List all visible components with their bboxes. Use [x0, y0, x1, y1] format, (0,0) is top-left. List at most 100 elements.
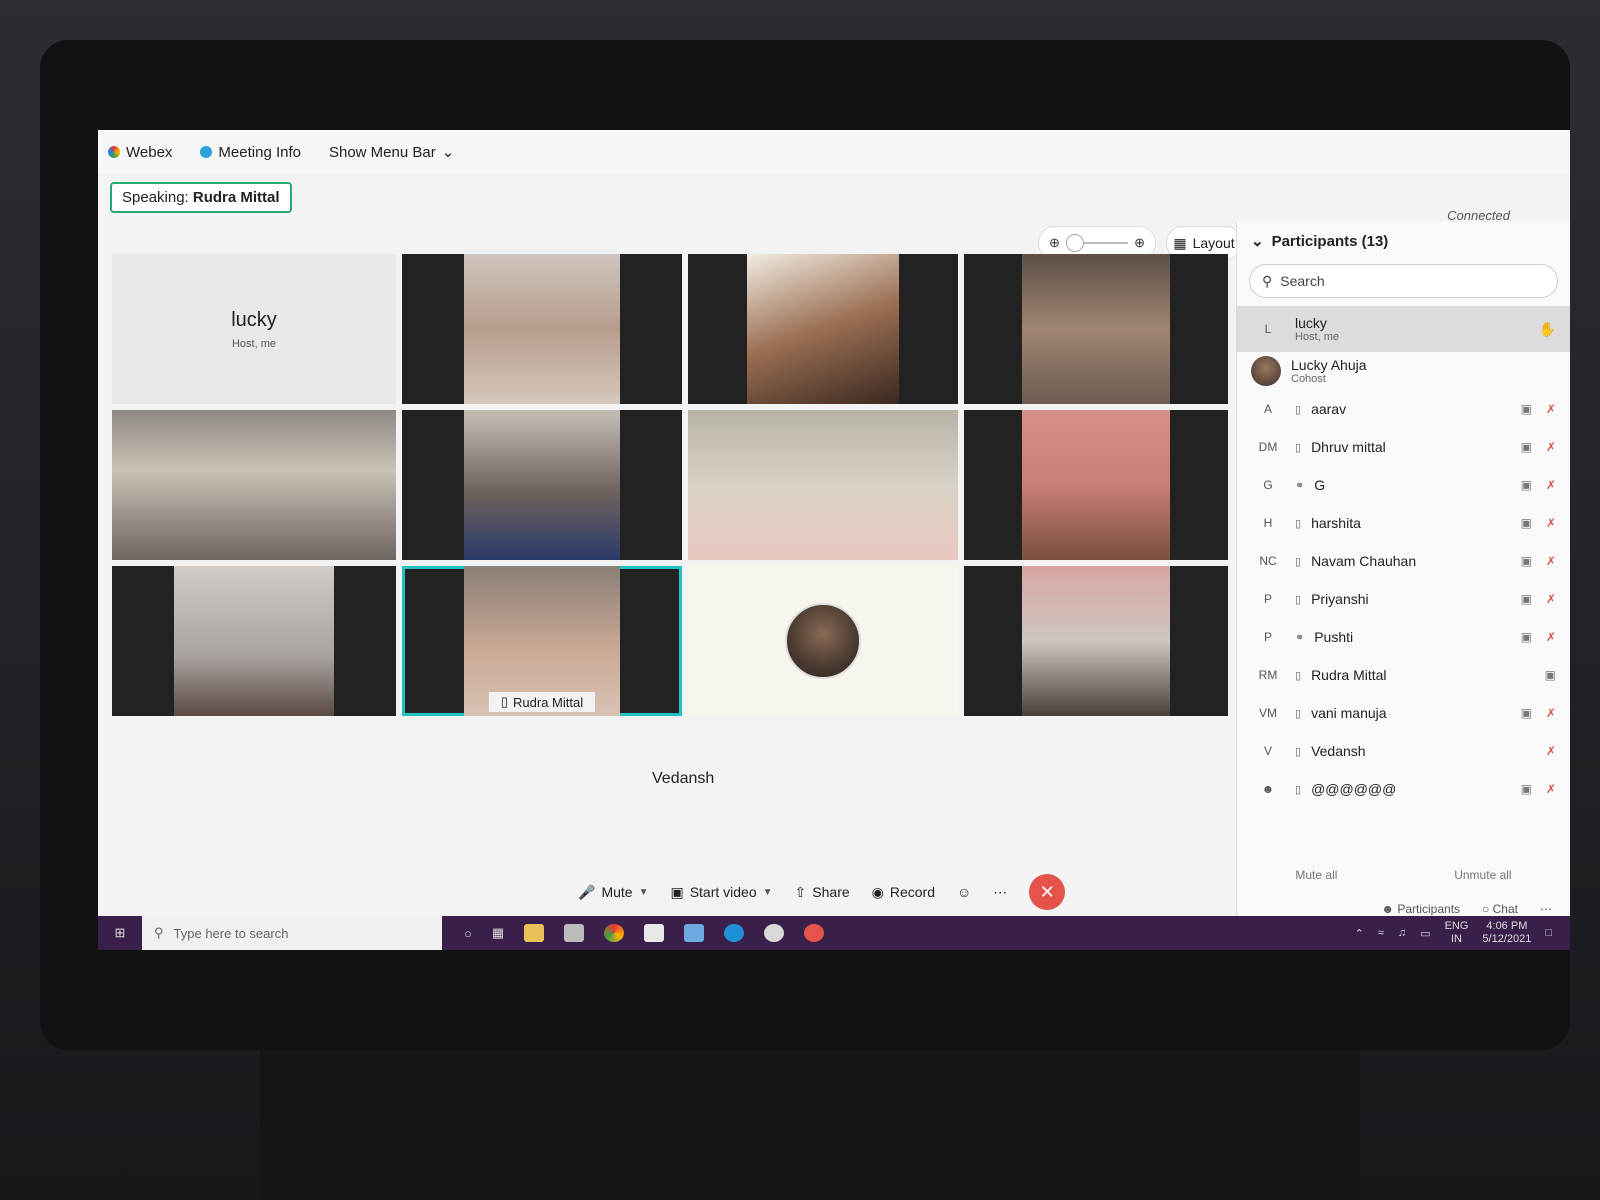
- participant-row[interactable]: V ▯ Vedansh ✗: [1237, 732, 1570, 770]
- user-icon: ☻: [1261, 782, 1275, 796]
- chevron-down-icon: ⌄: [441, 144, 455, 161]
- wifi-icon[interactable]: ≈: [1378, 927, 1384, 939]
- video-tile-active-speaker[interactable]: ▯ Rudra Mittal: [402, 566, 682, 716]
- record-button[interactable]: ◉ Record: [872, 884, 935, 901]
- video-tile[interactable]: [964, 254, 1228, 404]
- cortana-icon[interactable]: ○: [464, 926, 472, 941]
- mic-muted-icon[interactable]: ✗: [1546, 516, 1556, 530]
- zoom-out-icon[interactable]: ⊕: [1049, 235, 1060, 251]
- video-tile[interactable]: [402, 410, 682, 560]
- zoom-slider-thumb[interactable]: [1065, 234, 1084, 252]
- mic-muted-icon[interactable]: ✗: [1546, 402, 1556, 416]
- meeting-controls: 🎤 Mute ▼ ▣ Start video ▼ ⇧ Share ◉ Recor…: [578, 870, 1138, 914]
- video-camera-icon[interactable]: ▣: [1521, 706, 1532, 720]
- start-video-button[interactable]: ▣ Start video ▼: [670, 884, 772, 901]
- windows-start-icon[interactable]: ⊞: [98, 925, 142, 941]
- acrobat-icon[interactable]: [644, 924, 665, 942]
- mic-muted-icon[interactable]: ✗: [1546, 782, 1556, 796]
- video-tile-host[interactable]: lucky Host, me: [112, 254, 396, 404]
- language-indicator[interactable]: ENG IN: [1445, 920, 1469, 946]
- video-camera-icon[interactable]: ▣: [1521, 592, 1532, 606]
- system-tray: ⌃ ≈ ♫ ▭ ENG IN 4:06 PM 5/12/2021 □: [1355, 920, 1570, 946]
- file-explorer-icon[interactable]: [524, 924, 545, 942]
- participant-row[interactable]: G ⚭ G ▣ ✗: [1237, 466, 1570, 504]
- unmute-all-button[interactable]: Unmute all: [1454, 868, 1511, 882]
- mic-muted-icon[interactable]: ✗: [1546, 440, 1556, 454]
- participant-row[interactable]: L lucky Host, me ✋: [1237, 306, 1570, 352]
- clock[interactable]: 4:06 PM 5/12/2021: [1482, 920, 1531, 946]
- mic-muted-icon[interactable]: ✗: [1546, 554, 1556, 568]
- participant-row[interactable]: P ⚭ Pushti ▣ ✗: [1237, 618, 1570, 656]
- show-menu-bar-button[interactable]: Show Menu Bar ⌄: [329, 143, 455, 162]
- participants-panel-header[interactable]: ⌄ Participants (13): [1237, 222, 1570, 260]
- chrome-icon[interactable]: [604, 924, 625, 942]
- video-camera-icon[interactable]: ▣: [1521, 440, 1532, 454]
- participant-search-input[interactable]: ⚲ Search: [1249, 264, 1558, 298]
- participant-row[interactable]: DM ▯ Dhruv mittal ▣ ✗: [1237, 428, 1570, 466]
- windows-taskbar: ⊞ ⚲ Type here to search ○ ▦ ⌃ ≈ ♫ ▭ ENG …: [98, 916, 1570, 950]
- taskbar-search-input[interactable]: ⚲ Type here to search: [142, 916, 442, 950]
- tab-chat[interactable]: ○ Chat: [1482, 902, 1518, 916]
- share-button[interactable]: ⇧ Share: [795, 884, 850, 901]
- meeting-info-button[interactable]: Meeting Info: [200, 144, 301, 161]
- browser-icon[interactable]: [764, 924, 785, 942]
- participant-row[interactable]: Lucky Ahuja Cohost: [1237, 352, 1570, 390]
- video-tile[interactable]: [688, 254, 958, 404]
- video-camera-icon[interactable]: ▣: [1521, 402, 1532, 416]
- mic-muted-icon[interactable]: ✗: [1546, 744, 1556, 758]
- video-camera-icon[interactable]: ▣: [1521, 630, 1532, 644]
- raise-hand-icon[interactable]: ✋: [1539, 321, 1556, 338]
- end-call-button[interactable]: ✕: [1029, 874, 1066, 910]
- video-tile-avatar[interactable]: [688, 566, 958, 716]
- video-tile[interactable]: [402, 254, 682, 404]
- chevron-down-icon[interactable]: ▼: [763, 887, 773, 898]
- participant-row[interactable]: H ▯ harshita ▣ ✗: [1237, 504, 1570, 542]
- zoom-in-icon[interactable]: ⊕: [1134, 235, 1145, 251]
- mic-muted-icon[interactable]: ✗: [1546, 706, 1556, 720]
- chevron-up-icon[interactable]: ⌃: [1355, 927, 1364, 940]
- video-camera-icon[interactable]: ▣: [1521, 516, 1532, 530]
- participant-row[interactable]: ☻ ▯ @@@@@@ ▣ ✗: [1237, 770, 1570, 808]
- mute-button[interactable]: 🎤 Mute ▼: [578, 884, 648, 901]
- participant-row[interactable]: A ▯ aarav ▣ ✗: [1237, 390, 1570, 428]
- mic-muted-icon[interactable]: ✗: [1546, 592, 1556, 606]
- tab-participants[interactable]: ☻ Participants: [1381, 902, 1460, 916]
- video-tile[interactable]: [688, 410, 958, 560]
- participant-row[interactable]: RM ▯ Rudra Mittal ▣: [1237, 656, 1570, 694]
- video-camera-icon[interactable]: ▣: [1521, 554, 1532, 568]
- video-tile[interactable]: [112, 410, 396, 560]
- avatar: [1251, 356, 1281, 386]
- volume-icon[interactable]: ♫: [1398, 927, 1406, 939]
- webex-window: Webex Meeting Info Show Menu Bar ⌄ Speak…: [98, 130, 1570, 950]
- participant-row[interactable]: NC ▯ Navam Chauhan ▣ ✗: [1237, 542, 1570, 580]
- zoom-slider[interactable]: [1065, 234, 1129, 252]
- task-view-icon[interactable]: ▦: [492, 925, 504, 941]
- battery-icon[interactable]: ▭: [1420, 927, 1430, 940]
- video-feed: [1022, 410, 1170, 560]
- video-tile[interactable]: [112, 566, 396, 716]
- phone-icon: ▯: [1295, 669, 1302, 682]
- video-feed: [463, 254, 621, 404]
- video-camera-icon[interactable]: ▣: [1545, 668, 1556, 682]
- edge-icon[interactable]: [724, 924, 745, 942]
- mute-all-button[interactable]: Mute all: [1295, 868, 1337, 882]
- video-tile[interactable]: [964, 566, 1228, 716]
- microphone-icon: ▯: [500, 694, 509, 709]
- participant-row[interactable]: P ▯ Priyanshi ▣ ✗: [1237, 580, 1570, 618]
- more-options-button[interactable]: ⋯: [993, 884, 1007, 901]
- video-tile[interactable]: [964, 410, 1228, 560]
- app-icon[interactable]: [684, 924, 705, 942]
- video-camera-icon[interactable]: ▣: [1521, 478, 1532, 492]
- reactions-button[interactable]: ☺: [957, 884, 971, 900]
- video-camera-icon[interactable]: ▣: [1521, 782, 1532, 796]
- video-feed: [112, 410, 396, 560]
- mic-muted-icon[interactable]: ✗: [1546, 630, 1556, 644]
- store-icon[interactable]: [564, 924, 585, 942]
- mic-muted-icon[interactable]: ✗: [1546, 478, 1556, 492]
- chevron-down-icon[interactable]: ▼: [639, 887, 649, 898]
- notifications-icon[interactable]: □: [1545, 927, 1552, 939]
- webex-taskbar-icon[interactable]: [804, 924, 825, 942]
- participant-row[interactable]: VM ▯ vani manuja ▣ ✗: [1237, 694, 1570, 732]
- chevron-down-icon[interactable]: ⌄: [1251, 232, 1264, 250]
- more-options-button[interactable]: ⋯: [1540, 902, 1552, 916]
